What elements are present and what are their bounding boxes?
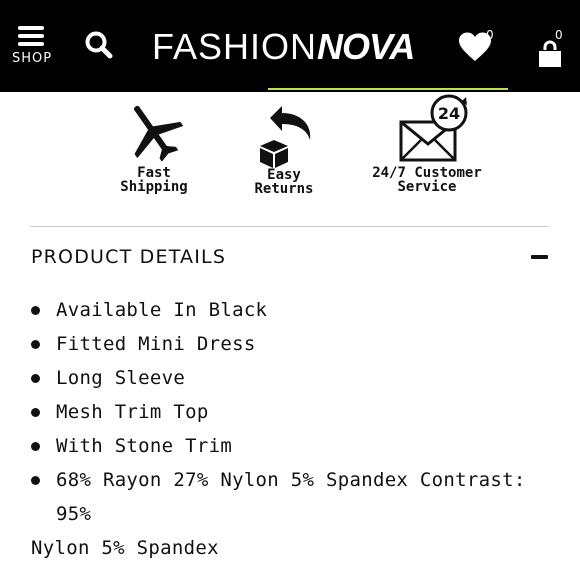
service-badge-text: 24 <box>438 104 460 123</box>
bullet-icon <box>31 442 40 451</box>
wishlist-count: 0 <box>486 28 494 42</box>
product-details-list: Available In Black Fitted Mini Dress Lon… <box>31 293 551 565</box>
perk-label-line2: Returns <box>254 181 314 197</box>
section-divider <box>30 226 549 227</box>
minus-icon <box>531 255 548 259</box>
perks-row: Fast Shipping Easy Returns 24 24/7 Custo… <box>0 94 580 206</box>
menu-label: SHOP <box>12 51 53 66</box>
list-item-text: 68% Rayon 27% Nylon 5% Spandex Contrast:… <box>56 469 526 525</box>
product-details-title[interactable]: PRODUCT DETAILS <box>31 246 226 268</box>
perk-label-line1: Fast <box>137 165 171 181</box>
list-item: Long Sleeve <box>31 361 551 395</box>
search-icon <box>85 31 113 59</box>
list-item: Available In Black <box>31 293 551 327</box>
list-item-text: Fitted Mini Dress <box>56 333 256 355</box>
bullet-icon <box>31 306 40 315</box>
list-item: 68% Rayon 27% Nylon 5% Spandex Contrast:… <box>31 463 551 565</box>
list-item-text: Mesh Trim Top <box>56 401 209 423</box>
list-item-text: Available In Black <box>56 299 268 321</box>
list-item: Mesh Trim Top <box>31 395 551 429</box>
collapse-button[interactable] <box>531 252 548 262</box>
list-item-text-continued: Nylon 5% Spandex <box>31 537 219 559</box>
cart-button[interactable]: 0 <box>535 28 575 72</box>
perk-label-line1: Easy <box>267 167 301 183</box>
logo-text-fashion: FASHION <box>152 26 318 67</box>
perk-label-line2: Shipping <box>120 179 188 195</box>
list-item: With Stone Trim <box>31 429 551 463</box>
menu-button[interactable]: SHOP <box>12 26 53 74</box>
perk-label-line2: Service <box>397 179 457 195</box>
perk-label-line1: 24/7 Customer <box>372 165 482 181</box>
list-item: Fitted Mini Dress <box>31 327 551 361</box>
logo-text-nova: NOVA <box>317 26 415 67</box>
wishlist-button[interactable]: 0 <box>458 28 498 66</box>
accent-line <box>268 88 508 90</box>
cart-count: 0 <box>555 28 563 42</box>
shopping-bag-icon <box>539 40 561 67</box>
envelope-24-icon: 24 <box>399 94 468 162</box>
perk-fast-shipping: Fast Shipping <box>106 100 202 194</box>
search-button[interactable] <box>84 30 114 60</box>
perk-customer-service: 24 24/7 Customer Service <box>368 94 486 194</box>
brand-logo[interactable]: FASHIONNOVA <box>152 24 432 70</box>
perk-easy-returns: Easy Returns <box>236 100 332 196</box>
airplane-icon <box>133 105 184 162</box>
bullet-icon <box>31 408 40 417</box>
bullet-icon <box>31 476 40 485</box>
bullet-icon <box>31 340 40 349</box>
site-header: SHOP FASHIONNOVA 0 0 <box>0 0 580 92</box>
list-item-text: With Stone Trim <box>56 435 233 457</box>
hamburger-icon <box>18 26 44 46</box>
list-item-text: Long Sleeve <box>56 367 186 389</box>
return-box-icon <box>260 106 311 168</box>
bullet-icon <box>31 374 40 383</box>
